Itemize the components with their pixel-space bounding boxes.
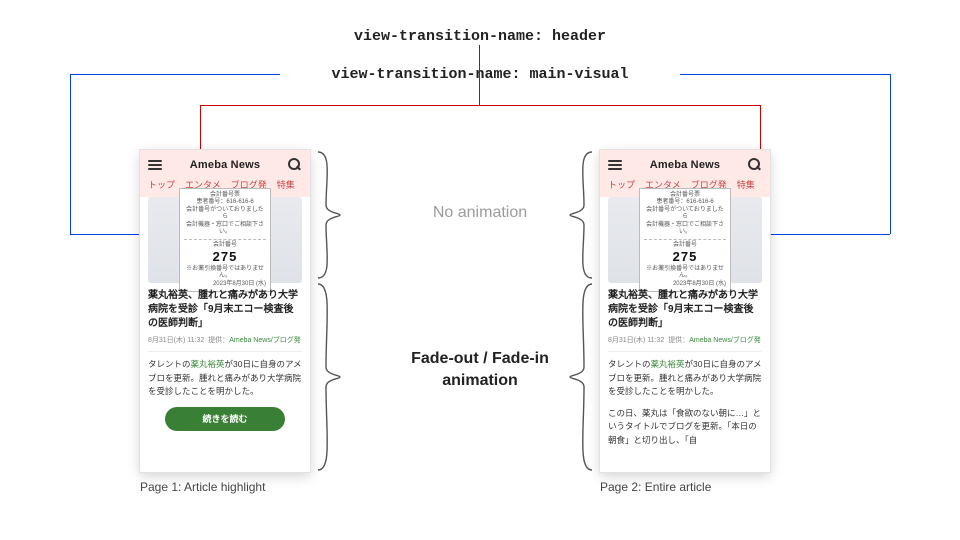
tab-item[interactable]: トップ	[608, 178, 635, 191]
tab-item[interactable]: トップ	[148, 178, 175, 191]
search-icon[interactable]	[288, 158, 302, 172]
brand-title: Ameba News	[650, 159, 720, 171]
brace-icon	[568, 282, 596, 472]
connector-header-line	[200, 105, 480, 106]
search-icon[interactable]	[748, 158, 762, 172]
read-more-button[interactable]: 続きを読む	[165, 407, 285, 431]
brace-icon	[314, 282, 342, 472]
article-body: この日、薬丸は「食欲のない朝に…」というタイトルでブログを更新。「本日の朝食」と…	[608, 407, 762, 448]
phone-page2: Ameba News トップ エンタメ ブログ発 特集 会計番号票 患者番号：6…	[600, 150, 770, 472]
caption-page1: Page 1: Article highlight	[140, 480, 265, 494]
article-meta: 8月31日(木) 11:32 提供：Ameba News/ブログ発	[148, 335, 302, 345]
connector-header-line	[480, 105, 760, 106]
tab-item[interactable]: 特集	[737, 178, 755, 191]
connector-header-line	[760, 105, 761, 150]
phone-page1: Ameba News トップ エンタメ ブログ発 特集 会計番号票 患者番号：6…	[140, 150, 310, 472]
connector-visual-line	[70, 74, 280, 75]
label-fade-animation: Fade-out / Fade-in animation	[0, 348, 960, 391]
hamburger-icon[interactable]	[608, 158, 622, 172]
connector-header-line	[479, 45, 480, 105]
callout-header-label: view-transition-name: header	[0, 28, 960, 45]
connector-header-line	[200, 105, 201, 150]
brand-title: Ameba News	[190, 159, 260, 171]
hamburger-icon[interactable]	[148, 158, 162, 172]
tab-item[interactable]: 特集	[277, 178, 295, 191]
caption-page2: Page 2: Entire article	[600, 480, 711, 494]
article-meta: 8月31日(木) 11:32 提供：Ameba News/ブログ発	[608, 335, 762, 345]
connector-visual-line	[70, 234, 140, 235]
article-title: 薬丸裕英、腫れと痛みがあり大学病院を受診「9月末エコー検査後の医師判断」	[608, 289, 762, 331]
brace-icon	[314, 150, 342, 280]
article-title: 薬丸裕英、腫れと痛みがあり大学病院を受診「9月末エコー検査後の医師判断」	[148, 289, 302, 331]
label-no-animation: No animation	[0, 204, 960, 222]
connector-visual-line	[770, 234, 890, 235]
brace-icon	[568, 150, 596, 280]
connector-visual-line	[680, 74, 890, 75]
